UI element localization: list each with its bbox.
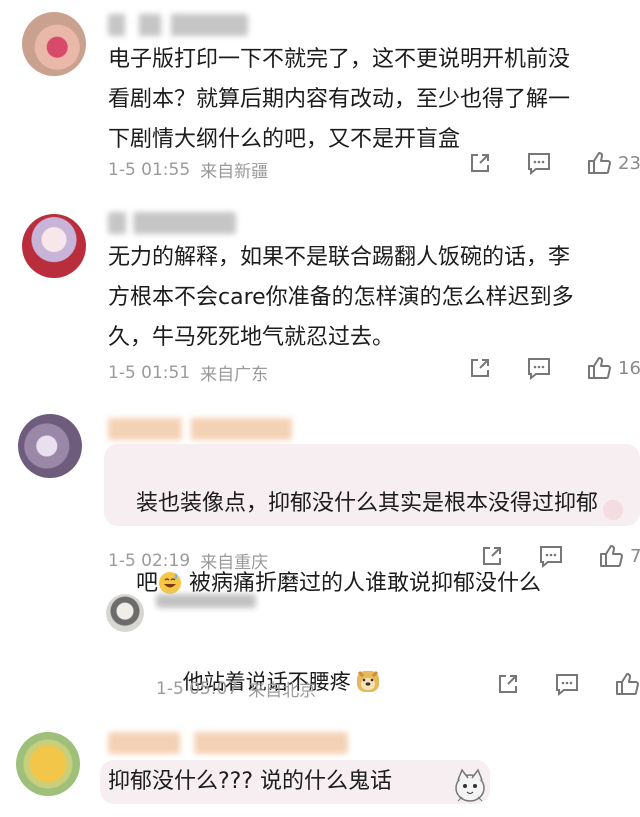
thumbs-up-icon xyxy=(588,152,611,174)
avatar[interactable] xyxy=(16,732,80,796)
like-button[interactable]: 16 xyxy=(586,356,640,380)
reply-comment: 他站着说话不腰疼 1-5 05:07 来自北京 xyxy=(0,582,640,710)
share-button[interactable] xyxy=(496,672,520,696)
comment-icon xyxy=(556,674,578,696)
comment-icon xyxy=(540,546,562,568)
thumbs-up-icon xyxy=(616,673,639,695)
comment-text: 无力的解释，如果不是联合踢翻人饭碗的话，李 方根本不会care你准备的怎样演的怎… xyxy=(108,245,574,350)
username[interactable] xyxy=(108,732,348,754)
comment-date: 1-5 01:51 xyxy=(108,362,191,383)
comment-icon xyxy=(528,358,550,380)
username[interactable] xyxy=(108,212,236,234)
username[interactable] xyxy=(108,418,292,440)
like-button[interactable] xyxy=(614,672,640,696)
reply-actions xyxy=(496,672,640,696)
avatar[interactable] xyxy=(22,12,86,76)
like-button[interactable]: 7 xyxy=(598,544,640,568)
reply-button[interactable] xyxy=(526,151,552,175)
comment-meta: 1-5 01:55 来自新疆 xyxy=(108,157,269,183)
username[interactable] xyxy=(108,14,248,36)
share-button[interactable] xyxy=(468,356,492,380)
comment-meta: 1-5 02:19 来自重庆 xyxy=(108,548,269,574)
comment-3: 装也装像点，抑郁没什么其实是根本没得过抑郁 吧 被病痛折磨过的人谁敢说抑郁没什么… xyxy=(0,396,640,596)
reply-button[interactable] xyxy=(554,672,580,696)
comment-location: 来自重庆 xyxy=(200,553,269,573)
reply-button[interactable] xyxy=(526,356,552,380)
avatar[interactable] xyxy=(22,214,86,278)
share-icon xyxy=(499,675,517,693)
share-icon xyxy=(471,154,489,172)
comment-actions: 7 xyxy=(480,544,640,568)
comment-1: 电子版打印一下不就完了，这不更说明开机前没 看剧本？就算后期内容有改动，至少也得… xyxy=(0,0,640,196)
reply-location: 来自北京 xyxy=(248,681,317,701)
like-count: 7 xyxy=(630,545,640,567)
like-button[interactable]: 23 xyxy=(586,151,640,175)
sticker-icon xyxy=(592,496,634,524)
comment-location: 来自广东 xyxy=(200,365,269,385)
username[interactable] xyxy=(156,594,256,608)
thumbs-up-icon xyxy=(600,545,623,567)
reply-meta: 1-5 05:07 来自北京 xyxy=(156,676,317,702)
comment-text: 电子版打印一下不就完了，这不更说明开机前没 看剧本？就算后期内容有改动，至少也得… xyxy=(108,47,571,152)
like-count: 23 xyxy=(618,152,640,174)
cat-sticker-icon xyxy=(452,764,488,804)
comment-date: 1-5 01:55 xyxy=(108,159,191,180)
share-button[interactable] xyxy=(480,544,504,568)
comment-text: 抑郁没什么??? 说的什么鬼话 xyxy=(108,769,393,794)
share-button[interactable] xyxy=(468,151,492,175)
comment-actions: 23 xyxy=(468,151,640,175)
thumbs-up-icon xyxy=(588,357,611,379)
comment-actions: 16 xyxy=(468,356,640,380)
share-icon xyxy=(483,547,501,565)
reply-button[interactable] xyxy=(538,544,564,568)
like-count: 16 xyxy=(618,357,640,379)
comment-text-line1: 装也装像点，抑郁没什么其实是根本没得过抑郁 xyxy=(135,491,598,516)
comment-2: 无力的解释，如果不是联合踢翻人饭碗的话，李 方根本不会care你准备的怎样演的怎… xyxy=(0,196,640,396)
share-icon xyxy=(471,359,489,377)
comment-date: 1-5 02:19 xyxy=(108,550,191,571)
avatar[interactable] xyxy=(18,414,82,478)
comment-4: 抑郁没什么??? 说的什么鬼话 xyxy=(0,710,640,817)
comment-meta: 1-5 01:51 来自广东 xyxy=(108,360,269,386)
doge-emoji-icon xyxy=(355,667,381,707)
comment-icon xyxy=(528,153,550,175)
comment-location: 来自新疆 xyxy=(200,162,269,182)
avatar[interactable] xyxy=(106,594,144,632)
reply-date: 1-5 05:07 xyxy=(156,678,239,699)
